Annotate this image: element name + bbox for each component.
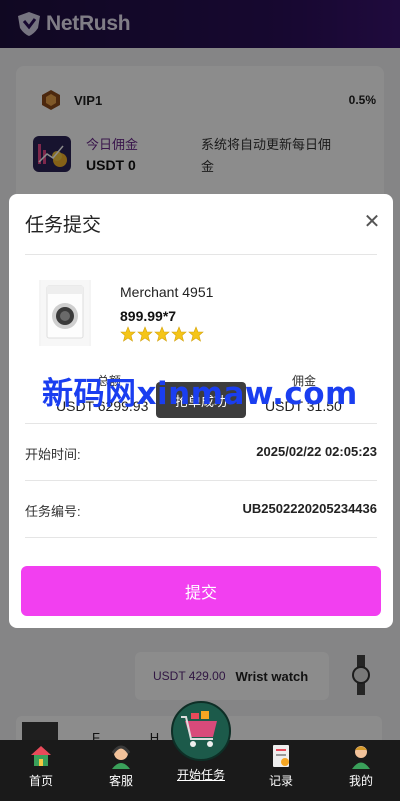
site-watermark: 新码网xinmaw.com <box>42 376 358 412</box>
customer-service-icon <box>111 745 131 769</box>
nav-label-records: 记录 <box>268 774 293 788</box>
divider <box>25 480 377 481</box>
washing-machine-image <box>39 280 91 346</box>
divider <box>25 423 377 424</box>
nav-label-home: 首页 <box>28 774 53 788</box>
submit-button[interactable]: 提交 <box>21 566 381 616</box>
nav-item-profile[interactable]: 我的 <box>321 740 400 801</box>
header-backdrop <box>0 0 400 48</box>
nav-item-home[interactable]: 首页 <box>1 740 81 801</box>
close-icon[interactable]: ✕ <box>361 210 383 233</box>
shopping-cart-icon <box>181 711 217 747</box>
profile-icon <box>352 746 370 769</box>
nav-label-customer-service: 客服 <box>108 774 133 788</box>
star-icon <box>154 326 170 342</box>
divider <box>25 254 377 255</box>
star-icon <box>188 326 204 342</box>
start-time-value: 2025/02/22 02:05:23 <box>256 444 377 459</box>
star-icon <box>120 326 136 342</box>
records-icon <box>273 745 289 767</box>
divider <box>25 537 377 538</box>
star-icon <box>171 326 187 342</box>
nav-label-start-task[interactable]: 开始任务 <box>171 766 231 783</box>
product-price: 899.99*7 <box>120 308 177 324</box>
star-icon <box>137 326 153 342</box>
nav-item-customer-service[interactable]: 客服 <box>81 740 161 801</box>
merchant-name: Merchant 4951 <box>120 284 214 300</box>
nav-item-start-task[interactable] <box>171 701 231 761</box>
task-id-value: UB2502220205234436 <box>242 501 377 516</box>
nav-item-records[interactable]: 记录 <box>241 740 321 801</box>
start-time-label: 开始时间: <box>25 447 81 462</box>
modal-title: 任务提交 <box>25 215 102 236</box>
nav-label-profile: 我的 <box>348 774 373 788</box>
rating-stars <box>120 326 204 342</box>
home-icon <box>31 746 51 766</box>
task-id-label: 任务编号: <box>25 504 81 519</box>
